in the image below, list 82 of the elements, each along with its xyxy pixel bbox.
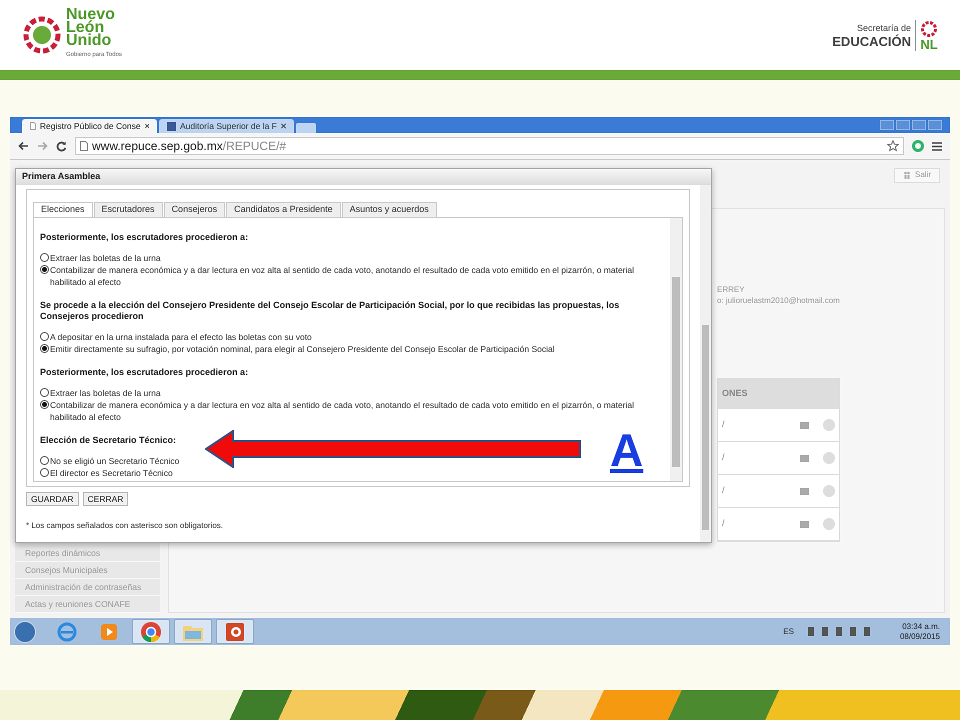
tab-title: Registro Público de Conse: [40, 120, 141, 132]
restore-icon[interactable]: [912, 120, 926, 130]
logo-emblem-icon: [22, 15, 62, 55]
info-text: o: julioruelastm2010@hotmail.com: [717, 295, 841, 306]
question-text: Se procede a la elección del Consejero Presidente del Consejo Escolar de Participación Social, por lo que recibidas las propuestas, los Consejeros procedieron: [40, 300, 620, 322]
tab[interactable]: Consejeros: [164, 202, 226, 217]
dialog-button[interactable]: CERRAR: [82, 492, 128, 506]
url-text: www.repuce.sep.gob.mx/REPUCE/#: [92, 138, 286, 155]
table-cell-text: /: [722, 418, 725, 432]
radio-button[interactable]: [40, 388, 49, 397]
browser-e-icon: [56, 620, 78, 642]
printer-icon[interactable]: [800, 454, 809, 462]
option-label: Extraer las boletas de la urna: [50, 387, 161, 399]
table-cell-text: /: [722, 484, 725, 498]
question-text: Posteriormente, los escrutadores procedieron a:: [40, 232, 250, 243]
user-icon[interactable]: [880, 120, 894, 130]
option-label: Extraer las boletas de la urna: [50, 252, 161, 264]
logo-text: Secretaría de: [856, 22, 911, 34]
printer-icon[interactable]: [800, 488, 809, 494]
taskbar-app[interactable]: [174, 619, 212, 644]
tab-title: Auditoría Superior de la F: [180, 120, 277, 132]
annotation-letter: A: [610, 424, 644, 476]
page-icon: [30, 121, 36, 131]
scrollbar[interactable]: [700, 185, 711, 542]
browser-tab[interactable]: Auditoría Superior de la F: [159, 119, 294, 133]
start-button[interactable]: [14, 620, 36, 642]
menu-icon[interactable]: [932, 142, 942, 150]
back-arrow-icon[interactable]: [18, 141, 29, 151]
play-icon: [100, 622, 118, 640]
tab[interactable]: Escrutadores: [94, 202, 163, 217]
tab[interactable]: Asuntos y acuerdos: [342, 202, 437, 217]
radio-button[interactable]: [40, 456, 49, 465]
extension-ring-icon[interactable]: [912, 140, 924, 152]
clock[interactable]: 03:34 a.m. 08/09/2015: [900, 622, 950, 642]
forward-arrow-icon[interactable]: [37, 141, 48, 151]
star-icon[interactable]: [887, 140, 899, 152]
people-icon: [902, 171, 911, 179]
scrollbar[interactable]: [670, 218, 682, 481]
option-label: El director es Secretario Técnico: [50, 467, 173, 479]
radio-button[interactable]: [40, 265, 49, 274]
printer-icon[interactable]: [800, 422, 809, 428]
logo-text: León: [66, 21, 104, 34]
table-cell-text: /: [722, 451, 725, 464]
tab[interactable]: Elecciones: [33, 202, 93, 217]
language-indicator[interactable]: ES: [783, 626, 794, 638]
logo-emblem-icon: [920, 20, 938, 38]
option-label: No se eligió un Secretario Técnico: [50, 455, 180, 467]
required-note: * Los campos señalados con asterisco son obligatorios.: [26, 520, 224, 532]
reload-icon[interactable]: [56, 140, 67, 152]
printer-icon[interactable]: [800, 520, 809, 528]
radio-button[interactable]: [40, 468, 49, 477]
close-icon[interactable]: [144, 123, 149, 129]
logo-text: Unido: [66, 34, 112, 47]
table-cell-text: /: [722, 517, 725, 530]
page-icon: [80, 141, 88, 151]
address-bar[interactable]: www.repuce.sep.gob.mx/REPUCE/#: [75, 137, 904, 155]
option-label: Emitir directamente su sufragio, por votación nominal, para elegir al Consejero Presidente del Consejo Escolar de Participación Social: [50, 343, 555, 355]
close-icon[interactable]: [280, 123, 286, 129]
dialog-title: Primera Asamblea: [16, 169, 711, 185]
taskbar-app[interactable]: [132, 619, 170, 644]
browser-tab[interactable]: Registro Público de Conse: [22, 119, 157, 133]
radio-button[interactable]: [40, 253, 49, 262]
option-label: A depositar en la urna instalada para el efecto las boletas con su voto: [50, 331, 312, 343]
option-label: Contabilizar de manera económica y a dar lectura en voz alta al sentido de cada voto, anotando el resultado de cada voto emitido en el pizarrón, o material habilitado al efecto: [50, 399, 636, 423]
taskbar-app[interactable]: [216, 619, 254, 644]
logo-text: Nuevo: [66, 8, 116, 21]
dialog-button[interactable]: GUARDAR: [26, 492, 79, 506]
radio-button[interactable]: [40, 400, 49, 409]
question-text: Elección de Secretario Técnico:: [40, 435, 178, 446]
tab[interactable]: Candidatos a Presidente: [226, 202, 341, 217]
radio-button[interactable]: [40, 344, 49, 353]
radio-button[interactable]: [40, 332, 49, 341]
logo-text: EDUCACIÓN: [832, 35, 911, 48]
chrome-icon: [140, 620, 162, 642]
logo-text: NL: [920, 38, 938, 50]
minimize-icon[interactable]: [896, 120, 910, 130]
option-label: Contabilizar de manera económica y a dar lectura en voz alta al sentido de cada voto, anotando el resultado de cada voto emitido en el pizarrón, o material habilitado al efecto: [50, 264, 636, 288]
table-header: ONES: [718, 379, 839, 409]
presentation-icon: [225, 622, 245, 642]
info-text: ERREY: [717, 284, 746, 295]
question-text: Posteriormente, los escrutadores procedieron a:: [40, 367, 250, 378]
facebook-icon: [167, 122, 176, 130]
